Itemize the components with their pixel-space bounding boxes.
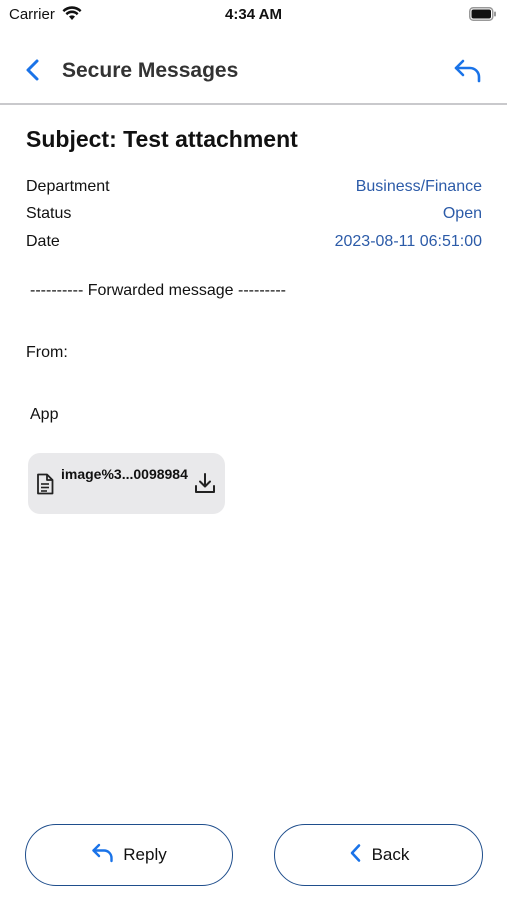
meta-label: Status xyxy=(26,205,72,222)
meta-row-date: Date 2023-08-11 06:51:00 xyxy=(26,233,482,255)
attachment-chip[interactable]: image%3...0098984 xyxy=(28,453,225,514)
nav-divider xyxy=(0,103,507,105)
reply-button[interactable]: Reply xyxy=(25,824,233,886)
message-body-text: App xyxy=(30,406,59,423)
meta-value: 2023-08-11 06:51:00 xyxy=(334,233,482,250)
document-icon xyxy=(36,473,54,500)
attachment-name: image%3...0098984 xyxy=(61,466,188,482)
reply-arrow-icon xyxy=(91,842,115,869)
message-subject: Subject: Test attachment xyxy=(26,126,298,152)
navigation-bar: Secure Messages xyxy=(0,40,507,102)
from-label: From: xyxy=(26,344,68,361)
meta-label: Department xyxy=(26,178,110,195)
meta-value: Business/Finance xyxy=(355,178,482,195)
status-bar: Carrier 4:34 AM xyxy=(0,0,507,30)
back-button-label: Back xyxy=(371,845,410,864)
meta-value: Open xyxy=(442,205,482,222)
reply-button-label: Reply xyxy=(123,845,167,864)
download-icon[interactable] xyxy=(193,471,217,500)
reply-arrow-icon[interactable] xyxy=(453,56,483,86)
forwarded-header: ---------- Forwarded message --------- xyxy=(30,282,286,299)
battery-icon xyxy=(469,7,497,26)
chevron-left-icon xyxy=(348,842,364,869)
meta-row-status: Status Open xyxy=(26,205,482,227)
back-button[interactable]: Back xyxy=(274,824,483,886)
chevron-left-icon[interactable] xyxy=(20,56,46,84)
secure-message-detail-screen: Carrier 4:34 AM Secure Messages Subject:… xyxy=(0,0,507,900)
meta-row-department: Department Business/Finance xyxy=(26,178,482,200)
meta-label: Date xyxy=(26,233,60,250)
clock: 4:34 AM xyxy=(225,6,282,23)
page-title: Secure Messages xyxy=(62,59,239,82)
